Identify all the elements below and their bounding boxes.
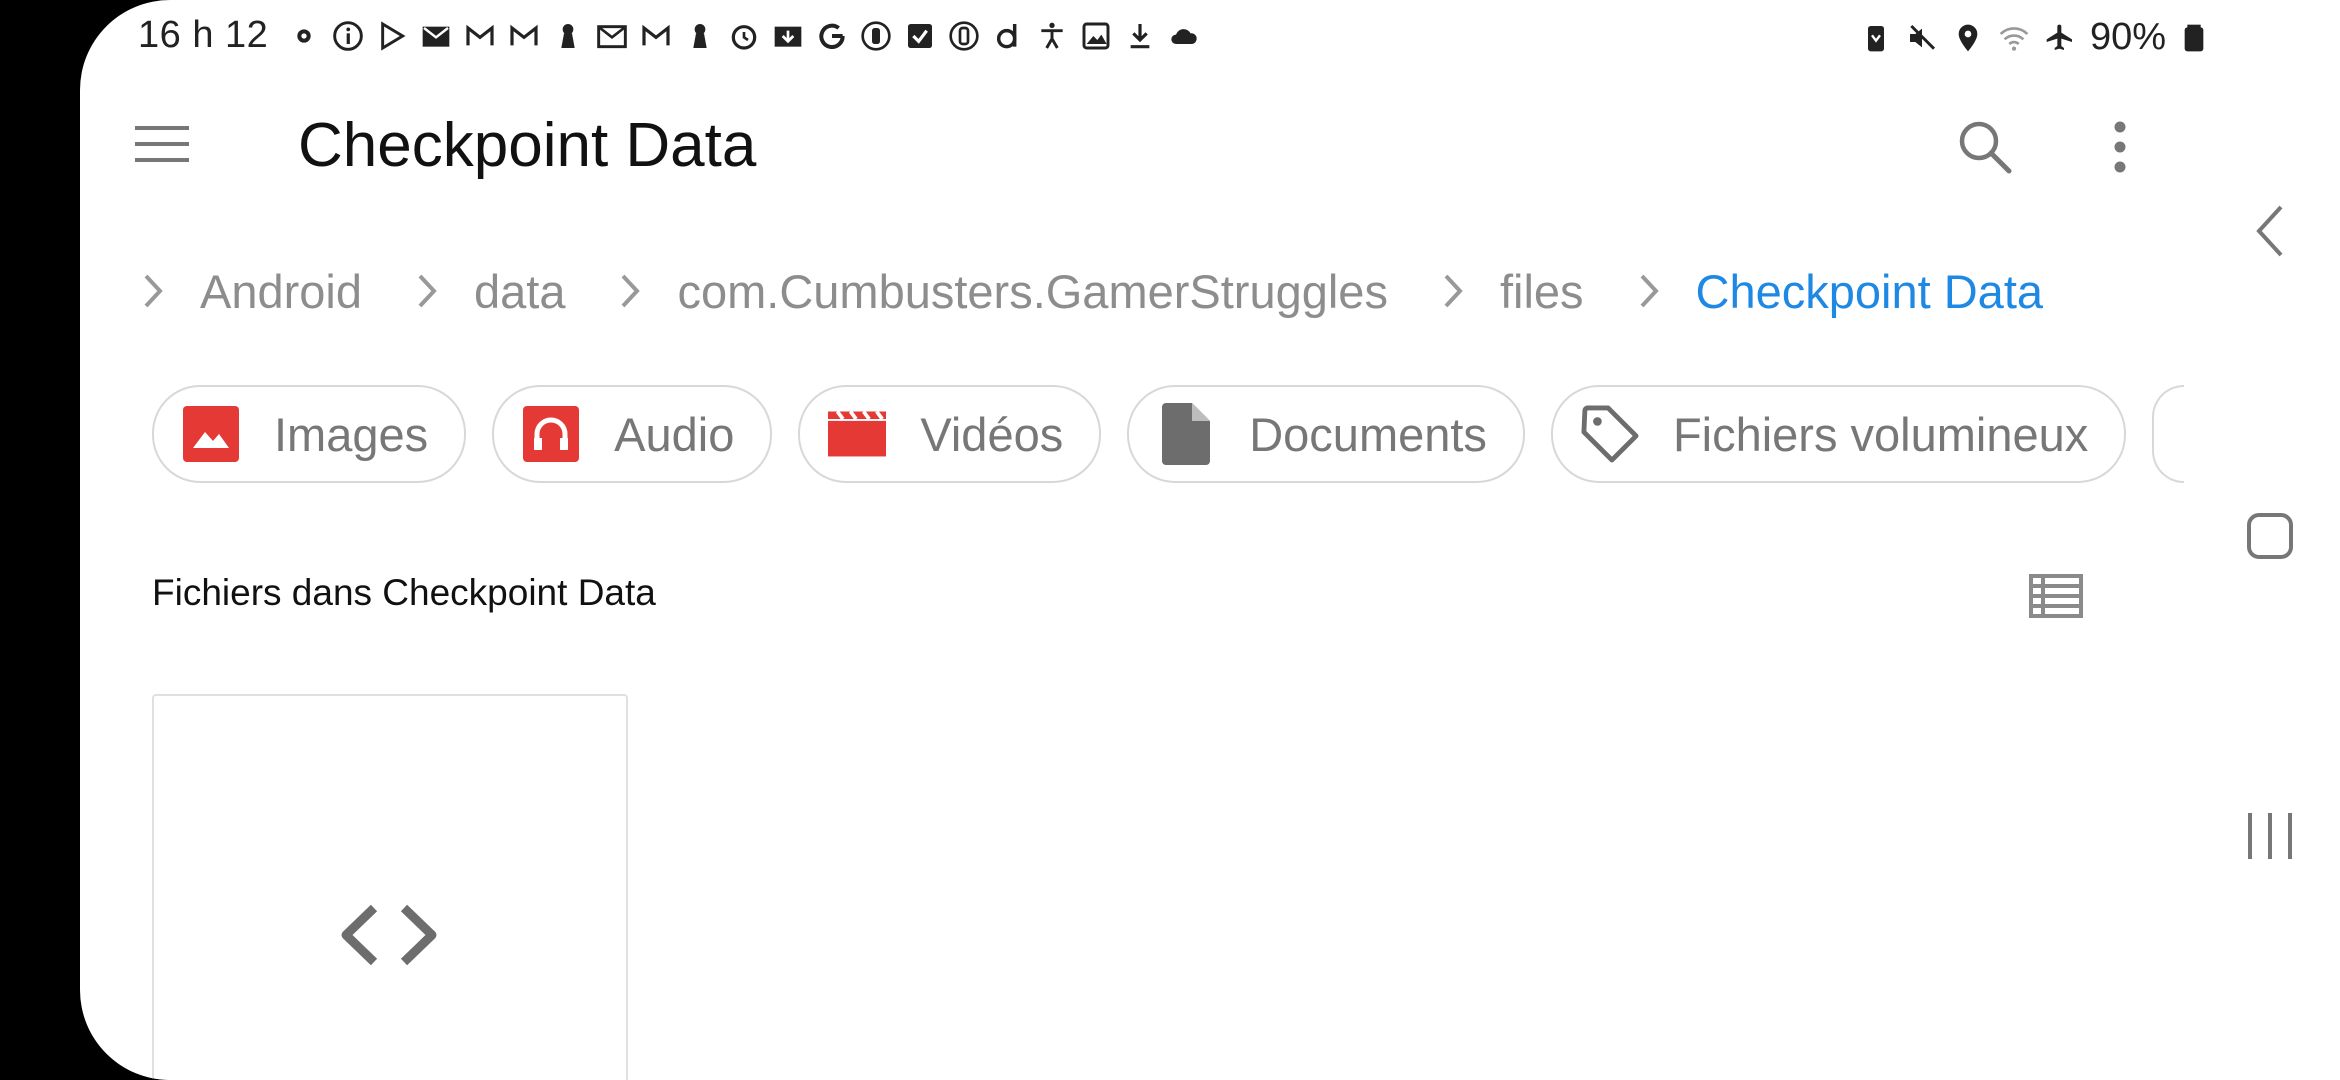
chip-documents[interactable]: Documents xyxy=(1127,385,1525,483)
breadcrumb-item-current[interactable]: Checkpoint Data xyxy=(1696,264,2043,319)
location-icon xyxy=(1950,20,1986,56)
section-title: Fichiers dans Checkpoint Data xyxy=(152,572,656,613)
circle-icon xyxy=(858,18,894,54)
screen: 16 h 12 90% Checkpoint Data Android data… xyxy=(80,0,2340,1080)
d-icon xyxy=(990,18,1026,54)
chevron-right-icon xyxy=(1624,261,1674,321)
more-options-button[interactable] xyxy=(2090,112,2150,182)
chevron-right-icon xyxy=(1428,261,1478,321)
gmail-icon xyxy=(506,18,542,54)
search-icon xyxy=(1959,121,2012,174)
view-toggle-button[interactable] xyxy=(2022,568,2090,624)
email-icon xyxy=(418,18,454,54)
status-bar: 16 h 12 90% xyxy=(138,10,2238,62)
chip-label: Fichiers volumineux xyxy=(1672,407,2089,461)
chip-label: Images xyxy=(274,407,429,461)
list-view-icon xyxy=(2029,574,2083,618)
nav-recents-button[interactable] xyxy=(2236,806,2304,866)
notification-icons xyxy=(286,18,1202,54)
breadcrumb-item-package[interactable]: com.Cumbusters.GamerStruggles xyxy=(677,264,1387,319)
tag-icon xyxy=(1581,405,1639,463)
home-icon xyxy=(2247,513,2293,559)
chip-more[interactable] xyxy=(2152,385,2185,483)
category-chips: Images Audio Vidéos Documents Fichiers v… xyxy=(152,385,2185,483)
video-clapper-icon xyxy=(828,405,887,463)
breadcrumb-item-android[interactable]: Android xyxy=(200,264,362,319)
download-box-icon xyxy=(770,18,806,54)
keyhole-icon xyxy=(682,18,718,54)
download-icon xyxy=(1122,18,1158,54)
chip-label: Audio xyxy=(614,407,735,461)
chip-images[interactable]: Images xyxy=(152,385,467,483)
google-icon xyxy=(814,18,850,54)
chip-videos[interactable]: Vidéos xyxy=(798,385,1102,483)
email-icon xyxy=(594,18,630,54)
chevron-right-icon xyxy=(402,261,452,321)
system-status-icons: 90% xyxy=(1858,16,2212,59)
status-time: 16 h 12 xyxy=(138,14,269,56)
settings-icon xyxy=(286,18,322,54)
keyhole-icon xyxy=(550,18,586,54)
hamburger-icon xyxy=(135,126,189,162)
file-item[interactable] xyxy=(152,694,628,1080)
nav-back-button[interactable] xyxy=(2240,196,2300,266)
play-store-icon xyxy=(374,18,410,54)
wifi-icon xyxy=(1996,20,2032,56)
battery-icon xyxy=(2176,20,2212,56)
airplane-icon xyxy=(2042,20,2078,56)
breadcrumb-item-files[interactable]: files xyxy=(1500,264,1584,319)
search-button[interactable] xyxy=(1950,112,2020,182)
gmail-icon xyxy=(462,18,498,54)
gmail-icon xyxy=(638,18,674,54)
chip-label: Vidéos xyxy=(920,407,1064,461)
checkbox-icon xyxy=(902,18,938,54)
battery-saver-icon xyxy=(1858,20,1894,56)
chevron-left-icon xyxy=(2256,205,2283,257)
recents-icon xyxy=(2248,813,2292,859)
battery-percent: 90% xyxy=(2090,16,2167,58)
chip-label: Documents xyxy=(1249,407,1487,461)
chip-audio[interactable]: Audio xyxy=(492,385,773,483)
alarm-icon xyxy=(726,18,762,54)
cloud-icon xyxy=(1166,18,1202,54)
breadcrumb: Android data com.Cumbusters.GamerStruggl… xyxy=(128,256,2043,326)
document-icon xyxy=(1157,403,1215,465)
image-icon xyxy=(182,405,240,463)
mute-icon xyxy=(1904,20,1940,56)
nav-home-button[interactable] xyxy=(2240,506,2300,566)
code-icon xyxy=(341,904,437,966)
image-icon xyxy=(1078,18,1114,54)
accessibility-icon xyxy=(1034,18,1070,54)
menu-button[interactable] xyxy=(132,114,192,174)
chevron-right-icon xyxy=(128,261,178,321)
chip-large-files[interactable]: Fichiers volumineux xyxy=(1550,385,2127,483)
breadcrumb-item-data[interactable]: data xyxy=(474,264,565,319)
page-title: Checkpoint Data xyxy=(298,111,757,180)
headphones-icon xyxy=(522,405,580,463)
info-icon xyxy=(330,18,366,54)
circle-icon xyxy=(946,18,982,54)
more-vert-icon xyxy=(2114,121,2126,173)
chevron-right-icon xyxy=(605,261,655,321)
